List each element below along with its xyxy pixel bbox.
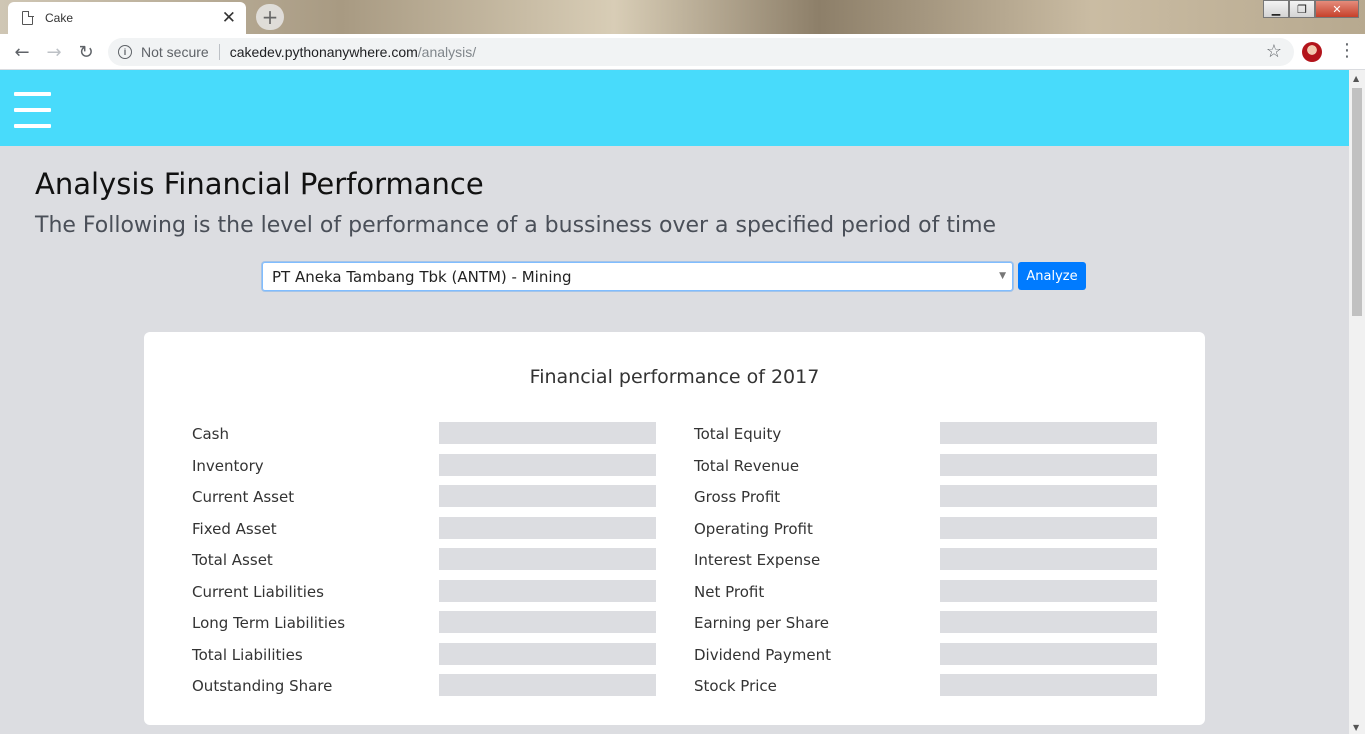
browser-tab[interactable]: Cake ✕: [8, 2, 246, 34]
company-select[interactable]: PT Aneka Tambang Tbk (ANTM) - Mining ▼: [262, 262, 1013, 291]
metric-value-field: [940, 642, 1157, 665]
page-subtitle: The Following is the level of performanc…: [35, 213, 997, 238]
avatar[interactable]: [1302, 42, 1322, 62]
metric-value-field: [439, 485, 656, 507]
metric-label: Total Equity: [694, 425, 782, 443]
restore-button[interactable]: ❐: [1289, 0, 1315, 18]
metric-value-field: [439, 548, 656, 570]
metric-value-field: [940, 674, 1157, 696]
menu-icon[interactable]: ⋮: [1338, 40, 1356, 61]
company-select-value: PT Aneka Tambang Tbk (ANTM) - Mining: [272, 267, 572, 286]
analyze-button[interactable]: Analyze: [1018, 262, 1086, 290]
url-path: /analysis/: [417, 44, 477, 60]
metric-label: Fixed Asset: [192, 519, 277, 538]
metric-value-field: [940, 516, 1157, 539]
metric-label: Inventory: [192, 456, 264, 475]
close-window-button[interactable]: ✕: [1315, 0, 1359, 18]
metric-label: Net Profit: [694, 582, 765, 601]
metric-value-field: [439, 453, 656, 476]
address-divider: [218, 44, 220, 60]
metric-label: Total Revenue: [694, 456, 800, 475]
metric-value-field: [940, 548, 1157, 570]
star-icon[interactable]: ☆: [1266, 41, 1282, 62]
window-controls: ▁ ❐ ✕: [1263, 0, 1359, 18]
metric-label: Interest Expense: [694, 551, 821, 569]
performance-card: Financial performance of 2017 Cash Inven…: [144, 332, 1205, 725]
card-title: Financial performance of 2017: [529, 366, 820, 388]
metric-value-field: [940, 422, 1157, 444]
metric-label: Long Term Liabilities: [192, 614, 346, 632]
page-scrollbar[interactable]: ▲ ▼: [1349, 70, 1365, 734]
scroll-up-icon[interactable]: ▲: [1353, 74, 1359, 83]
metric-label: Outstanding Share: [192, 677, 333, 695]
reload-icon[interactable]: ↻: [75, 41, 97, 63]
page-title: Analysis Financial Performance: [35, 167, 484, 201]
metric-label: Cash: [192, 425, 229, 443]
chevron-down-icon: ▼: [999, 271, 1006, 281]
metric-label: Total Liabilities: [192, 645, 303, 664]
forward-icon[interactable]: →: [43, 41, 65, 63]
minimize-button[interactable]: ▁: [1263, 0, 1289, 18]
metric-label: Current Liabilities: [192, 582, 324, 601]
scrollbar-thumb[interactable]: [1352, 88, 1362, 316]
info-icon[interactable]: i: [118, 45, 132, 59]
metric-value-field: [940, 485, 1157, 507]
address-bar[interactable]: i Not secure cakedev.pythonanywhere.com /…: [108, 38, 1294, 66]
page-icon: [22, 10, 34, 25]
metric-value-field: [940, 611, 1157, 633]
top-navbar: [0, 70, 1349, 146]
metric-value-field: [439, 642, 656, 665]
metric-value-field: [940, 579, 1157, 602]
metric-value-field: [439, 674, 656, 696]
metric-value-field: [439, 611, 656, 633]
url-host: cakedev.pythonanywhere.com: [229, 44, 418, 60]
metric-label: Total Asset: [192, 551, 273, 569]
metric-label: Operating Profit: [694, 519, 813, 538]
close-tab-icon[interactable]: ✕: [222, 9, 236, 27]
security-label: Not secure: [141, 44, 209, 60]
scroll-down-icon[interactable]: ▼: [1353, 723, 1359, 732]
hamburger-menu-icon[interactable]: [14, 92, 51, 128]
metric-label: Earning per Share: [694, 614, 830, 632]
new-tab-button[interactable]: +: [256, 4, 284, 30]
metric-label: Dividend Payment: [694, 645, 831, 664]
browser-toolbar: ← → ↻ i Not secure cakedev.pythonanywher…: [0, 34, 1365, 70]
metric-value-field: [439, 422, 656, 444]
tab-title: Cake: [45, 11, 74, 25]
metric-value-field: [439, 516, 656, 539]
metric-value-field: [439, 579, 656, 602]
back-icon[interactable]: ←: [11, 41, 33, 63]
metric-label: Current Asset: [192, 488, 295, 506]
metric-label: Stock Price: [694, 677, 777, 695]
metric-value-field: [940, 453, 1157, 476]
metric-label: Gross Profit: [694, 488, 781, 506]
browser-titlebar: Cake ✕ + ▁ ❐ ✕: [0, 0, 1365, 34]
